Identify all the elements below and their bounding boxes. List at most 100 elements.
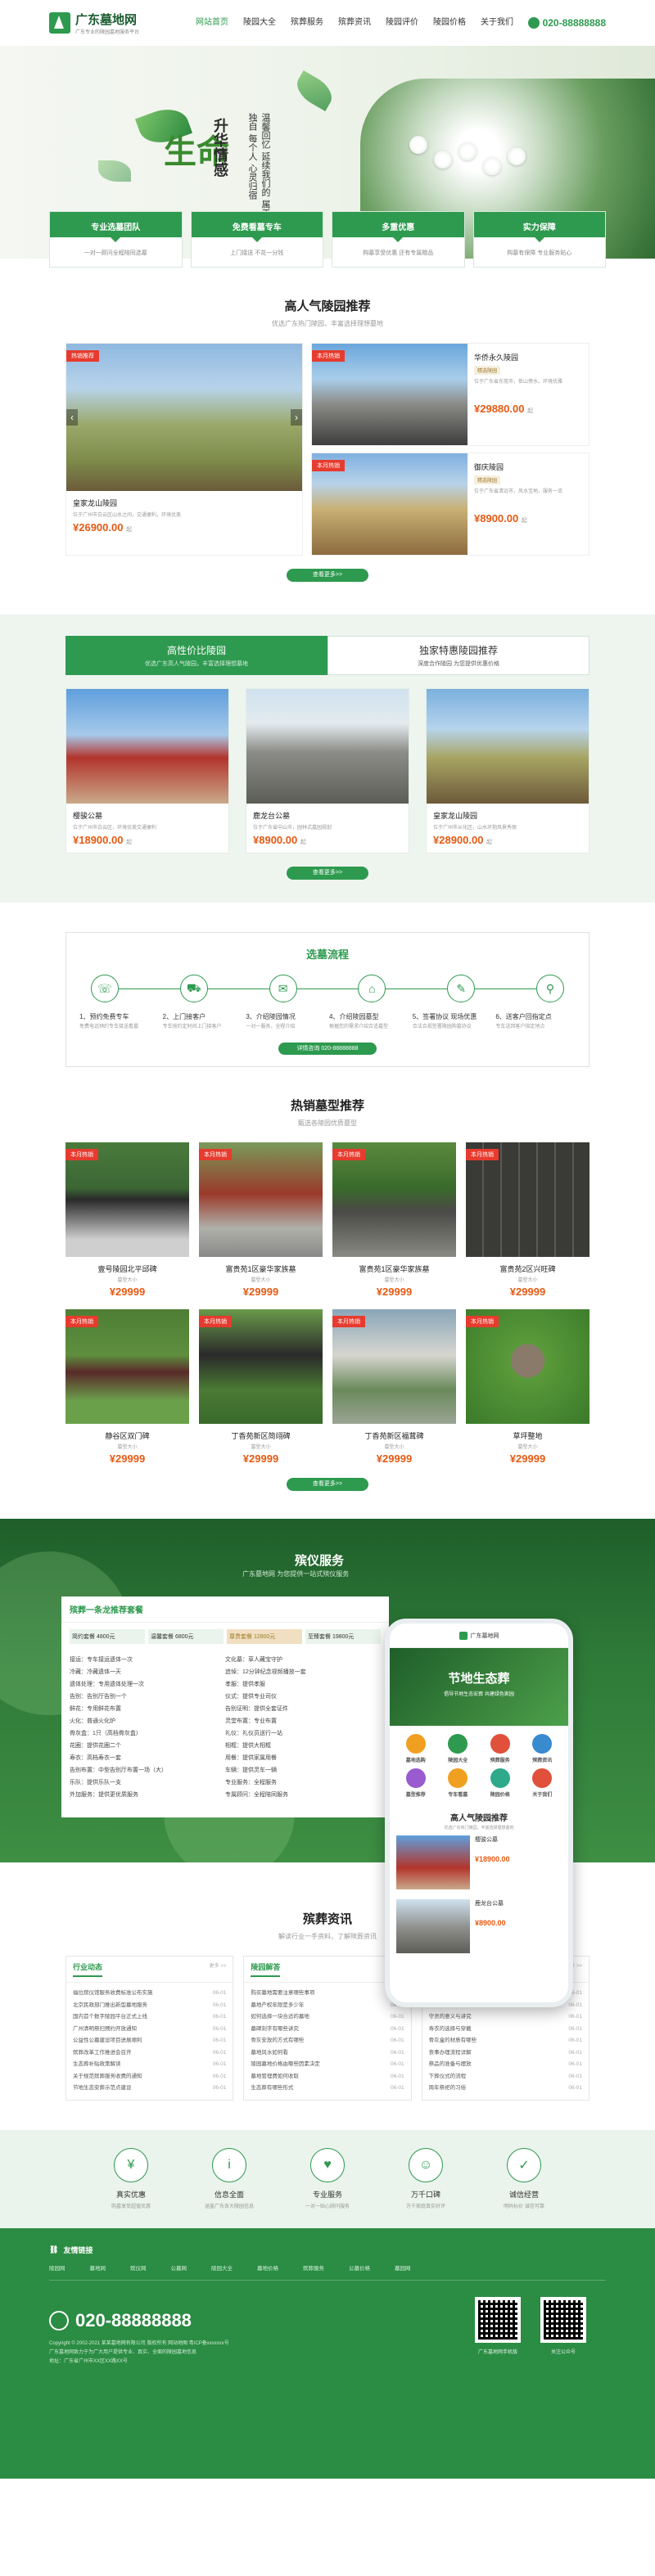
friend-link[interactable]: 殡仪网: [130, 2263, 147, 2272]
process-step: 4、介绍陵园墓型 根据您的需求介绍合适墓型: [328, 1012, 411, 1031]
news-item[interactable]: 生态葬有哪些形式 06-01: [251, 2083, 404, 2095]
nav-services[interactable]: 殡葬服务: [283, 15, 331, 31]
tomb-card[interactable]: 本月热销 壹号陵园北平邱碑 墓型大小 ¥29999: [66, 1142, 189, 1298]
package-item: 灵堂布置：专业布置: [225, 1718, 277, 1724]
news-column-title[interactable]: 陵园解答: [251, 1961, 281, 1977]
mobile-nav-item[interactable]: 殡葬服务: [479, 1734, 522, 1763]
mobile-nav-item[interactable]: 陵园价格: [479, 1768, 522, 1798]
feature-card[interactable]: 免费看墓专车 上门接送 不花一分钱: [190, 211, 323, 268]
friend-link[interactable]: 墓地网: [90, 2263, 106, 2272]
news-item[interactable]: 寿衣的选择与穿戴 06-01: [429, 2024, 582, 2036]
tomb-card[interactable]: 本月热销 富贵苑1区豪华家族墓 墓型大小 ¥29999: [199, 1142, 323, 1298]
news-item[interactable]: 购买墓地需要注意哪些事项06-01: [251, 1988, 404, 2000]
more-button[interactable]: 查看更多>>: [287, 867, 368, 880]
feature-card[interactable]: 多重优惠 购墓享受优惠 还有专属赠品: [332, 211, 465, 268]
cemetery-card[interactable]: 本月热销 御庆陵园 精选陵园 位于广东省清远市，风水宝地，服务一流 ¥8900.…: [311, 453, 590, 556]
news-item[interactable]: 国内首个数字陵园平台正式上线 06-01: [73, 2011, 226, 2024]
news-item[interactable]: 骨灰安放的方式有哪些 06-01: [251, 2035, 404, 2047]
footer-phone[interactable]: 020-88888888: [49, 2310, 606, 2331]
cemetery-card[interactable]: 本月热销 华侨永久陵园 精选陵园 位于广东省东莞市，依山傍水，环境优雅 ¥298…: [311, 343, 590, 446]
friend-link[interactable]: 墓地价格: [257, 2263, 278, 2272]
package-price[interactable]: 尊贵套餐 12800元: [227, 1629, 302, 1644]
more-button[interactable]: 查看更多>>: [287, 569, 368, 582]
nav-home[interactable]: 网站首页: [188, 15, 236, 31]
chevron-right-icon[interactable]: ›: [291, 409, 302, 426]
nav-reviews[interactable]: 陵园评价: [378, 15, 426, 31]
news-item[interactable]: 守灵的意义与讲究 06-01: [429, 2011, 582, 2024]
feature-card[interactable]: 实力保障 购墓有保障 专业服务贴心: [472, 211, 606, 268]
tomb-card[interactable]: 本月热销 丁香苑新区简翊碑 墓型大小 ¥29999: [199, 1309, 323, 1465]
mobile-nav-item[interactable]: 殡葬资讯: [522, 1734, 564, 1763]
news-column-title[interactable]: 行业动态: [73, 1961, 103, 1977]
news-item[interactable]: 广州清明祭扫预约开放通知 06-01: [73, 2024, 226, 2036]
news-item[interactable]: 陵园墓地价格由哪些因素决定 06-01: [251, 2059, 404, 2071]
news-item[interactable]: 公益性公墓建设项目进展顺利 06-01: [73, 2035, 226, 2047]
mobile-cemetery-card[interactable]: 樱骏公墓 ¥18900.00: [390, 1831, 568, 1894]
feature-card[interactable]: 专业选墓团队 一对一顾问全程陪同选墓: [49, 211, 183, 268]
cemetery-price: ¥18900.00 起: [73, 834, 133, 846]
friend-link[interactable]: 公墓网: [171, 2263, 187, 2272]
news-item[interactable]: 北京民政部门推出新型墓地服务 06-01: [73, 2000, 226, 2012]
package-price[interactable]: 至臻套餐 19800元: [305, 1629, 381, 1644]
tomb-card[interactable]: 本月热销 静谷区双门碑 墓型大小 ¥29999: [66, 1309, 189, 1465]
flower-decoration: [508, 147, 526, 165]
news-title: 关于规范殡葬服务收费的通知: [73, 2073, 142, 2079]
friend-link[interactable]: 墓园网: [395, 2263, 411, 2272]
cemetery-photo: [396, 1835, 470, 1889]
news-item[interactable]: 如何选择一块合适的墓地 06-01: [251, 2011, 404, 2024]
news-item[interactable]: 下葬仪式的流程 06-01: [429, 2071, 582, 2083]
mobile-nav-item[interactable]: 墓地选购: [395, 1734, 437, 1763]
package-price[interactable]: 温馨套餐 6800元: [148, 1629, 224, 1644]
nav-about[interactable]: 关于我们: [473, 15, 521, 31]
news-item[interactable]: 墓碑刻字有哪些讲究 06-01: [251, 2024, 404, 2036]
section-title: 热销墓型推荐: [290, 1099, 364, 1113]
tomb-card[interactable]: 本月热销 丁香苑新区福茸碑 墓型大小 ¥29999: [332, 1309, 456, 1465]
friend-link[interactable]: 陵园网: [49, 2263, 66, 2272]
news-item[interactable]: 丧事办理流程详解 06-01: [429, 2047, 582, 2060]
advantage-icon: ✓: [507, 2147, 541, 2182]
package-title: 殡葬一条龙推荐套餐: [61, 1596, 389, 1623]
nav-cemeteries[interactable]: 陵园大全: [236, 15, 283, 31]
news-title: 北京民政部门推出新型墓地服务: [73, 2002, 147, 2008]
advantage-item: ¥ 真实优惠 购墓享受超值优惠: [94, 2147, 168, 2228]
nav-news[interactable]: 殡葬资讯: [331, 15, 378, 31]
cemetery-card[interactable]: 樱骏公墓 位于广州市白云区，环境优美交通便利 ¥18900.00 起: [66, 688, 229, 853]
cemetery-card[interactable]: 皇家龙山陵园 位于广州市从化区，山水环抱风景秀丽 ¥28900.00 起: [426, 688, 590, 853]
news-item[interactable]: 周年祭祀的习俗 06-01: [429, 2083, 582, 2095]
friend-link[interactable]: 陵园大全: [211, 2263, 233, 2272]
more-button[interactable]: 查看更多>>: [287, 1478, 368, 1491]
tomb-card[interactable]: 本月热销 富贵苑2区兴旺碑 墓型大小 ¥29999: [466, 1142, 590, 1298]
nav-prices[interactable]: 陵园价格: [426, 15, 473, 31]
news-item[interactable]: 墓地管理费如何收取 06-01: [251, 2071, 404, 2083]
news-item[interactable]: 生态葬补贴政策解读 06-01: [73, 2059, 226, 2071]
logo[interactable]: 广东墓地网 广东专业的陵园墓地服务平台: [49, 11, 139, 35]
more-link[interactable]: 更多 >>: [210, 1961, 227, 1977]
cemetery-card[interactable]: 鹿龙台公墓 位于广东省中山市，园林式墓园规划 ¥8900.00 起: [246, 688, 409, 853]
news-item[interactable]: 骨灰盒的材质有哪些 06-01: [429, 2035, 582, 2047]
tab-value-cemeteries[interactable]: 高性价比陵园 优选广东高人气陵园，丰富选择理想墓地: [66, 636, 328, 675]
mobile-nav-item[interactable]: 墓型推荐: [395, 1768, 437, 1798]
news-item[interactable]: 祭品的准备与摆放 06-01: [429, 2059, 582, 2071]
mobile-cemetery-card[interactable]: 鹿龙台公墓 ¥8900.00: [390, 1894, 568, 1958]
header-phone[interactable]: 020-88888888: [527, 17, 606, 29]
news-item[interactable]: 节地生态安葬示范点建设 06-01: [73, 2083, 226, 2095]
news-item[interactable]: 墓地产权年限是多少年06-01: [251, 2000, 404, 2012]
mobile-nav-item[interactable]: 关于我们: [522, 1768, 564, 1798]
tomb-card[interactable]: 本月热销 富贵苑1区豪华家族墓 墓型大小 ¥29999: [332, 1142, 456, 1298]
mobile-nav-item[interactable]: 专车看墓: [437, 1768, 480, 1798]
mobile-nav-item[interactable]: 陵园大全: [437, 1734, 480, 1763]
friend-link[interactable]: 公墓价格: [349, 2263, 370, 2272]
consult-button[interactable]: 详情咨询 020-88888888: [278, 1043, 377, 1055]
news-item[interactable]: 关于规范殡葬服务收费的通知 06-01: [73, 2071, 226, 2083]
package-item: 外加服务：提供更优质服务: [70, 1792, 138, 1798]
friend-link[interactable]: 殡葬服务: [303, 2263, 324, 2272]
news-item[interactable]: 福位殡仪馆服务收费标准公布实施 06-01: [73, 1988, 226, 2000]
news-item[interactable]: 墓地风水如何看 06-01: [251, 2047, 404, 2060]
news-item[interactable]: 殡葬改革工作推进会召开 06-01: [73, 2047, 226, 2060]
chevron-left-icon[interactable]: ‹: [66, 409, 78, 426]
featured-cemetery-card[interactable]: 热销推荐 ‹ › 皇家龙山陵园 位于广州市白云区山水之间，交通便利，环境优美 ¥…: [66, 343, 303, 556]
tomb-card[interactable]: 本月热销 草坪整地 墓型大小 ¥29999: [466, 1309, 590, 1465]
tab-subtitle: 优选广东高人气陵园，丰富选择理想墓地: [145, 661, 248, 667]
tab-exclusive-cemeteries[interactable]: 独家特惠陵园推荐 深度合作陵园 为您提供优惠价格: [328, 636, 590, 675]
package-price[interactable]: 简约套餐 4800元: [70, 1629, 145, 1644]
